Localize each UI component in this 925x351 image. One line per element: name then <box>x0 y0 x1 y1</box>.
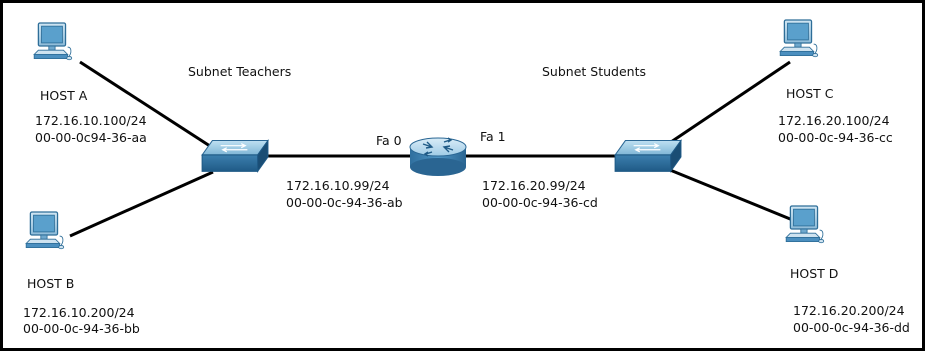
router-fa1-ip: 172.16.20.99/24 <box>482 178 586 193</box>
host-d-ip: 172.16.20.200/24 <box>793 303 905 318</box>
router-fa0-ip: 172.16.10.99/24 <box>286 178 390 193</box>
host-d-computer-icon[interactable] <box>785 205 825 244</box>
host-b-mac: 00-00-0c-94-36-bb <box>23 321 140 336</box>
router-fa0-label: Fa 0 <box>376 133 402 148</box>
host-c-computer-icon[interactable] <box>779 19 819 58</box>
router-fa1-mac: 00-00-0c-94-36-cd <box>482 195 598 210</box>
host-a-ip: 172.16.10.100/24 <box>35 113 147 128</box>
host-d-name: HOST D <box>790 266 839 281</box>
router-fa1-label: Fa 1 <box>480 129 506 144</box>
host-a-mac: 00-00-0c94-36-aa <box>35 130 147 145</box>
host-c-name: HOST C <box>786 86 834 101</box>
switch-teachers-icon[interactable] <box>201 139 269 173</box>
host-a-name: HOST A <box>40 88 88 103</box>
host-d-mac: 00-00-0c-94-36-dd <box>793 320 910 335</box>
switch-students-icon[interactable] <box>614 139 682 173</box>
network-diagram <box>0 0 925 351</box>
host-b-name: HOST B <box>27 276 75 291</box>
host-c-mac: 00-00-0c-94-36-cc <box>778 130 893 145</box>
subnet-students-label: Subnet Students <box>542 64 646 79</box>
router-icon[interactable] <box>409 137 467 177</box>
host-c-ip: 172.16.20.100/24 <box>778 113 890 128</box>
host-b-ip: 172.16.10.200/24 <box>23 305 135 320</box>
host-b-computer-icon[interactable] <box>25 211 65 250</box>
router-fa0-mac: 00-00-0c-94-36-ab <box>286 195 403 210</box>
subnet-teachers-label: Subnet Teachers <box>188 64 292 79</box>
host-a-computer-icon[interactable] <box>33 22 73 61</box>
